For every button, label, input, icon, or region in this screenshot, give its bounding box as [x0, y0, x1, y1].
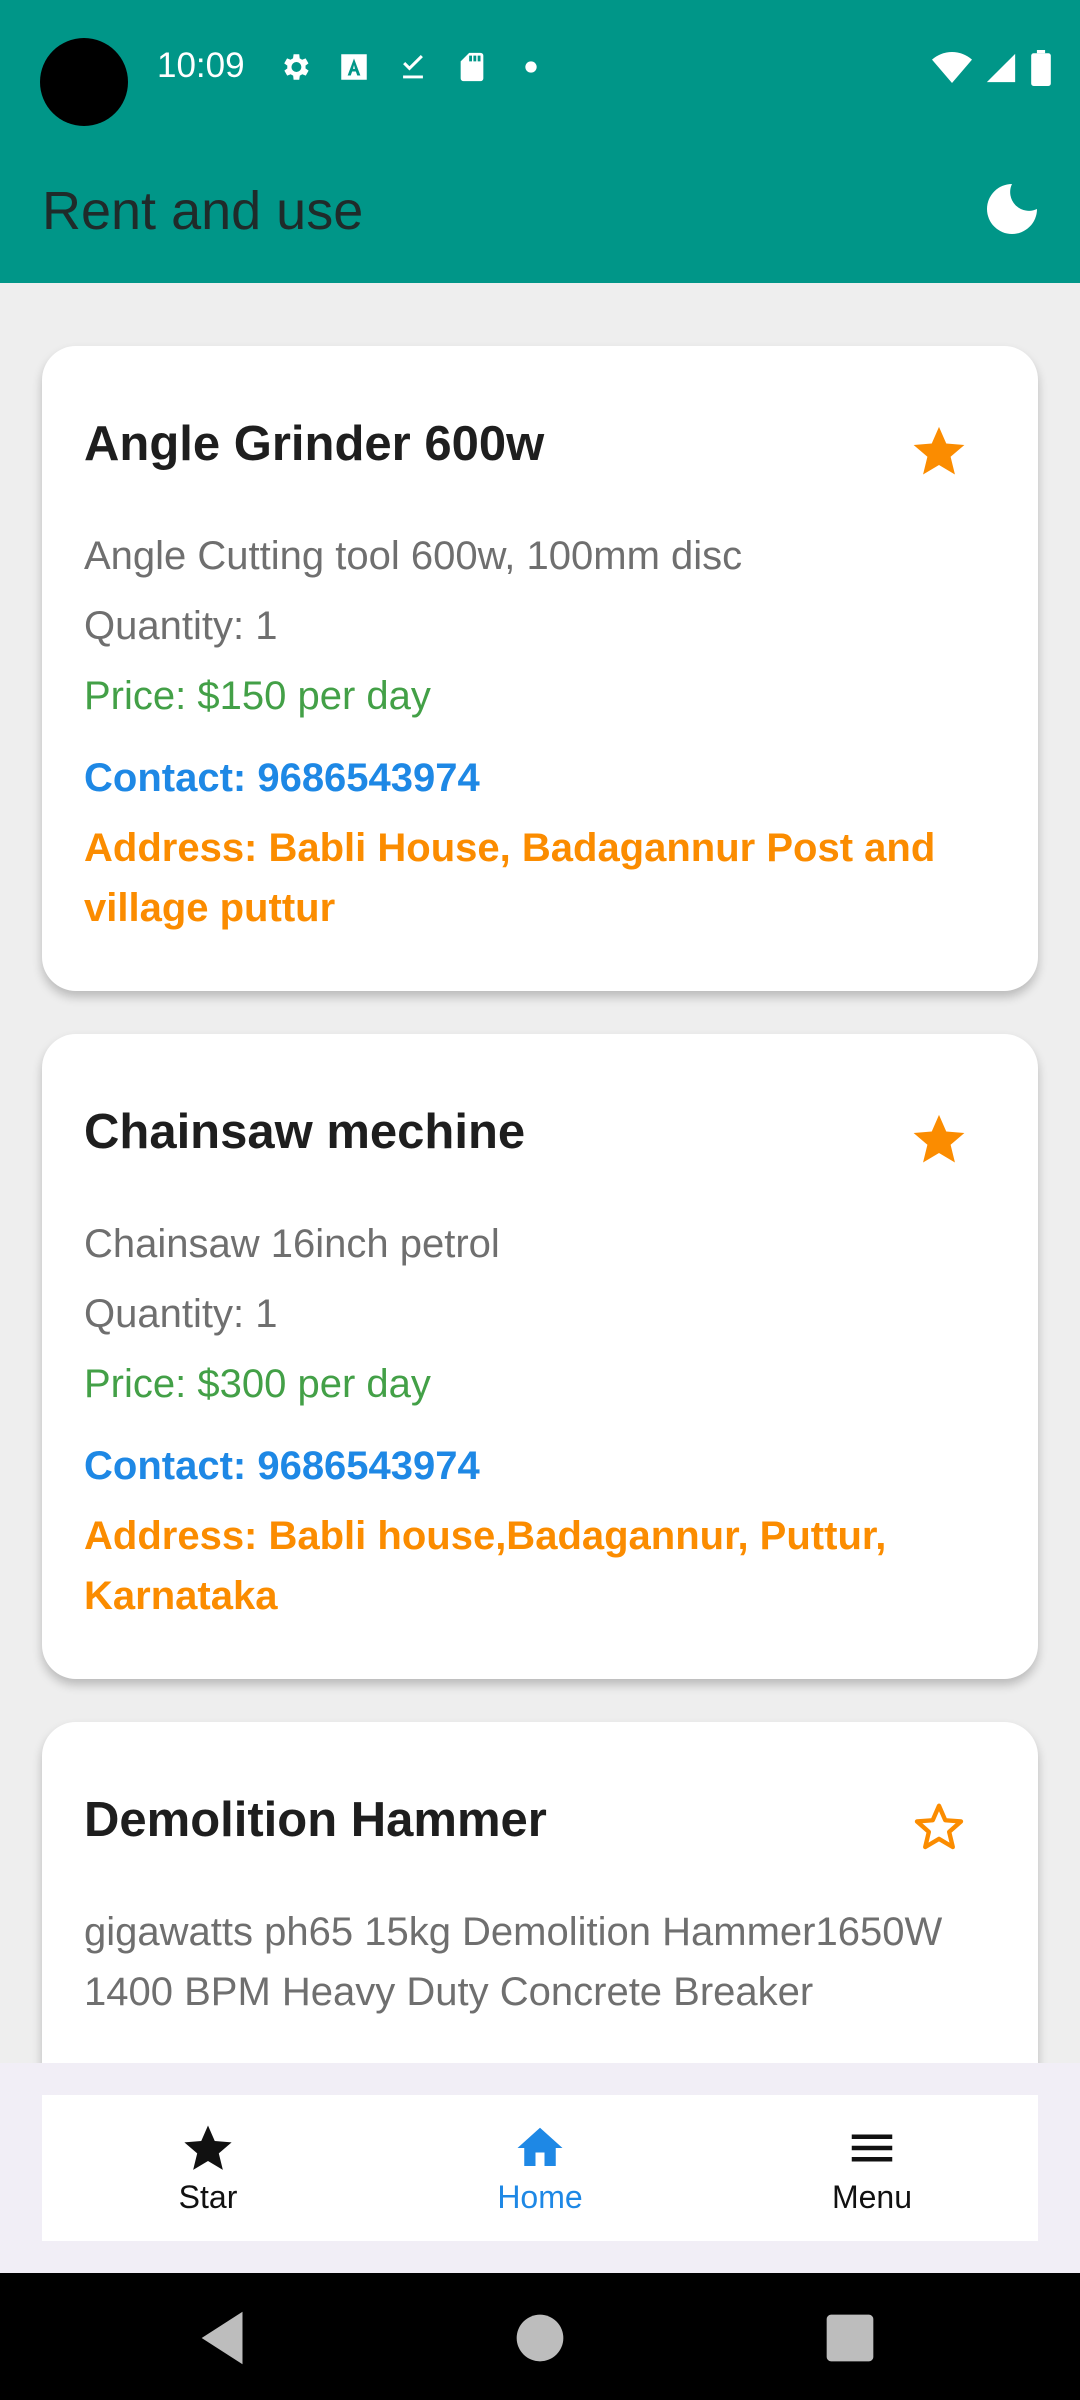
- listing-address: Address: Babli house,Badagannur, Puttur,…: [84, 1514, 887, 1618]
- nav-menu-label: Menu: [831, 2178, 913, 2215]
- nav-home[interactable]: Home: [374, 2095, 706, 2241]
- listing-price: Price: $300 per day: [84, 1362, 431, 1406]
- dot-icon: [525, 61, 537, 73]
- listing-quantity: Quantity: 1: [84, 1292, 278, 1336]
- listing-description: Chainsaw 16inch petrol: [84, 1222, 500, 1266]
- menu-icon: [851, 2134, 893, 2161]
- listing-card[interactable]: Angle Grinder 600w Angle Cutting tool 60…: [42, 346, 1038, 991]
- listing-price: Price: $150 per day: [84, 674, 431, 718]
- wifi-icon: [932, 52, 972, 83]
- bottom-nav-container: Star Home Menu: [0, 2063, 1080, 2273]
- listing-contact: Contact: 9686543974: [84, 1444, 480, 1488]
- listing-description: Angle Cutting tool 600w, 100mm disc: [84, 534, 743, 578]
- battery-icon: [1031, 50, 1051, 86]
- page-title: Rent and use: [42, 181, 364, 241]
- listing-title: Angle Grinder 600w: [84, 417, 545, 471]
- status-time: 10:09: [157, 46, 245, 85]
- listing-quantity: Quantity: 1: [84, 604, 278, 648]
- text-a-icon: [341, 54, 367, 80]
- bottom-nav: Star Home Menu: [42, 2095, 1038, 2241]
- status-right-icons: [932, 50, 1052, 86]
- status-bar: 10:09: [0, 0, 1080, 135]
- listings-list[interactable]: Angle Grinder 600w Angle Cutting tool 60…: [0, 283, 1080, 2063]
- listing-card[interactable]: Demolition Hammer gigawatts ph65 15kg De…: [42, 1722, 1038, 2063]
- listing-description: gigawatts ph65 15kg Demolition Hammer165…: [84, 1910, 943, 2014]
- back-icon[interactable]: [190, 2303, 260, 2373]
- theme-toggle-button[interactable]: [982, 179, 1042, 239]
- star-outline-icon: [914, 1803, 964, 1850]
- camera-cutout: [40, 38, 128, 126]
- star-icon: [184, 2125, 232, 2170]
- nav-home-label: Home: [497, 2178, 583, 2215]
- favorite-button[interactable]: [910, 422, 968, 480]
- download-done-icon: [403, 54, 423, 79]
- listing-card[interactable]: Chainsaw mechine Chainsaw 16inch petrol …: [42, 1034, 1038, 1679]
- sd-card-icon: [460, 52, 484, 82]
- home-icon: [517, 2127, 563, 2166]
- nav-star[interactable]: Star: [42, 2095, 374, 2241]
- recents-icon[interactable]: [815, 2303, 885, 2373]
- moon-icon: [987, 184, 1037, 234]
- home-circle-icon[interactable]: [505, 2303, 575, 2373]
- star-filled-icon: [913, 426, 965, 475]
- system-nav-bar: [0, 2273, 1080, 2400]
- listing-address: Address: Babli House, Badagannur Post an…: [84, 826, 936, 930]
- settings-icon: [284, 54, 309, 80]
- listing-title: Chainsaw mechine: [84, 1105, 526, 1159]
- app-bar: Rent and use: [0, 135, 1080, 283]
- star-filled-icon: [913, 1114, 965, 1163]
- nav-star-label: Star: [178, 2178, 238, 2215]
- favorite-button[interactable]: [910, 1110, 968, 1168]
- listing-title: Demolition Hammer: [84, 1793, 547, 1847]
- status-icons: [278, 50, 548, 84]
- nav-menu[interactable]: Menu: [706, 2095, 1038, 2241]
- favorite-button[interactable]: [910, 1798, 968, 1856]
- listing-contact: Contact: 9686543974: [84, 756, 480, 800]
- signal-icon: [986, 53, 1016, 83]
